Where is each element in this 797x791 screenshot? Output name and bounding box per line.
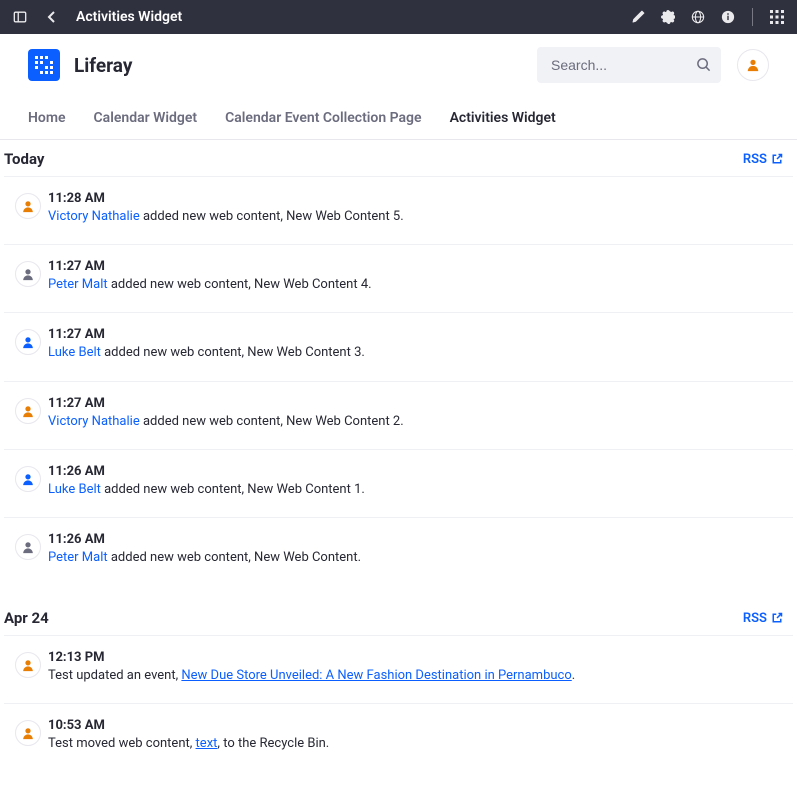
globe-icon[interactable] <box>690 9 706 25</box>
back-icon[interactable] <box>44 9 60 25</box>
activity-avatar-icon[interactable] <box>15 398 41 424</box>
activity-avatar-wrap <box>4 464 48 499</box>
brand-logo[interactable] <box>28 49 60 81</box>
activity-item: 11:26 AM Luke Belt added new web content,… <box>4 449 793 517</box>
activity-item: 11:26 AM Peter Malt added new web content… <box>4 517 793 585</box>
activity-body: 10:53 AM Test moved web content, text, to… <box>48 718 793 753</box>
site-header: Liferay <box>0 34 797 96</box>
section-header: Apr 24RSS <box>0 599 797 635</box>
activity-body: 11:26 AM Luke Belt added new web content,… <box>48 464 793 499</box>
activity-item: 12:13 PM Test updated an event, New Due S… <box>4 635 793 703</box>
section-header: TodayRSS <box>0 140 797 176</box>
activity-prefix: Test updated an event, <box>48 668 181 683</box>
activity-text: Victory Nathalie added new web content, … <box>48 413 793 431</box>
section-day-label: Today <box>4 150 743 168</box>
activity-user-link[interactable]: Victory Nathalie <box>48 209 140 224</box>
activity-avatar-icon[interactable] <box>15 720 41 746</box>
activity-user-link[interactable]: Victory Nathalie <box>48 414 140 429</box>
search-box <box>537 47 721 83</box>
panel-toggle-icon[interactable] <box>12 9 28 25</box>
activity-description: added new web content, New Web Content. <box>108 550 361 565</box>
activity-text: Luke Belt added new web content, New Web… <box>48 481 793 499</box>
main-nav: Home Calendar Widget Calendar Event Coll… <box>0 96 797 140</box>
activity-avatar-wrap <box>4 191 48 226</box>
activity-content-link[interactable]: New Due Store Unveiled: A New Fashion De… <box>181 668 571 683</box>
activity-user-link[interactable]: Luke Belt <box>48 345 101 360</box>
activity-description: added new web content, New Web Content 5… <box>140 209 404 224</box>
activity-avatar-icon[interactable] <box>15 261 41 287</box>
activity-body: 11:28 AM Victory Nathalie added new web c… <box>48 191 793 226</box>
activity-item: 11:27 AM Victory Nathalie added new web c… <box>4 381 793 449</box>
activity-user-link[interactable]: Peter Malt <box>48 550 108 565</box>
activity-avatar-wrap <box>4 532 48 567</box>
activity-avatar-wrap <box>4 650 48 685</box>
activity-avatar-icon[interactable] <box>15 193 41 219</box>
activity-suffix: . <box>572 668 575 683</box>
activity-time: 11:27 AM <box>48 327 793 342</box>
nav-calendar-event-collection[interactable]: Calendar Event Collection Page <box>225 110 421 126</box>
activity-avatar-wrap <box>4 327 48 362</box>
activity-avatar-icon[interactable] <box>15 329 41 355</box>
activity-body: 11:27 AM Victory Nathalie added new web c… <box>48 396 793 431</box>
activity-content-link[interactable]: text <box>196 736 218 751</box>
activity-text: Luke Belt added new web content, New Web… <box>48 344 793 362</box>
activity-description: added new web content, New Web Content 1… <box>101 482 365 497</box>
activity-item: 11:27 AM Peter Malt added new web content… <box>4 244 793 312</box>
activity-item: 11:27 AM Luke Belt added new web content,… <box>4 312 793 380</box>
activity-avatar-wrap <box>4 718 48 753</box>
activity-body: 11:27 AM Luke Belt added new web content,… <box>48 327 793 362</box>
activity-avatar-icon[interactable] <box>15 466 41 492</box>
activity-avatar-wrap <box>4 396 48 431</box>
page-title: Activities Widget <box>76 9 182 25</box>
activity-prefix: Test moved web content, <box>48 736 196 751</box>
user-avatar[interactable] <box>737 49 769 81</box>
activity-body: 11:26 AM Peter Malt added new web content… <box>48 532 793 567</box>
search-icon[interactable] <box>696 57 711 72</box>
apps-grid-icon[interactable] <box>769 9 785 25</box>
activity-avatar-icon[interactable] <box>15 534 41 560</box>
activity-text: Victory Nathalie added new web content, … <box>48 208 793 226</box>
activity-user-link[interactable]: Luke Belt <box>48 482 101 497</box>
activity-time: 11:26 AM <box>48 532 793 547</box>
activity-time: 11:28 AM <box>48 191 793 206</box>
activity-body: 12:13 PM Test updated an event, New Due S… <box>48 650 793 685</box>
activity-time: 10:53 AM <box>48 718 793 733</box>
activity-time: 11:27 AM <box>48 396 793 411</box>
activity-user-link[interactable]: Peter Malt <box>48 277 108 292</box>
gear-icon[interactable] <box>660 9 676 25</box>
activity-item: 10:53 AM Test moved web content, text, to… <box>4 703 793 771</box>
rss-link[interactable]: RSS <box>743 611 793 626</box>
activity-feed: TodayRSS 11:28 AMVictory Nathalie added … <box>0 140 797 772</box>
search-input[interactable] <box>537 47 721 83</box>
info-icon[interactable] <box>720 9 736 25</box>
rss-link[interactable]: RSS <box>743 152 793 167</box>
activity-description: added new web content, New Web Content 4… <box>108 277 372 292</box>
topbar-divider <box>752 8 753 26</box>
activity-avatar-wrap <box>4 259 48 294</box>
activity-text: Test updated an event, New Due Store Unv… <box>48 667 793 685</box>
activity-suffix: , to the Recycle Bin. <box>217 736 329 751</box>
activity-text: Peter Malt added new web content, New We… <box>48 276 793 294</box>
activity-time: 11:27 AM <box>48 259 793 274</box>
activity-item: 11:28 AM Victory Nathalie added new web c… <box>4 176 793 244</box>
activity-time: 12:13 PM <box>48 650 793 665</box>
nav-calendar-widget[interactable]: Calendar Widget <box>94 110 198 126</box>
edit-icon[interactable] <box>630 9 646 25</box>
topbar: Activities Widget <box>0 0 797 34</box>
nav-home[interactable]: Home <box>28 110 66 126</box>
activity-text: Test moved web content, text, to the Rec… <box>48 735 793 753</box>
nav-activities-widget[interactable]: Activities Widget <box>450 110 556 126</box>
activity-text: Peter Malt added new web content, New We… <box>48 549 793 567</box>
activity-avatar-icon[interactable] <box>15 652 41 678</box>
section-day-label: Apr 24 <box>4 609 743 627</box>
brand-name[interactable]: Liferay <box>74 54 132 77</box>
activity-description: added new web content, New Web Content 3… <box>101 345 365 360</box>
activity-time: 11:26 AM <box>48 464 793 479</box>
activity-description: added new web content, New Web Content 2… <box>140 414 404 429</box>
activity-body: 11:27 AM Peter Malt added new web content… <box>48 259 793 294</box>
